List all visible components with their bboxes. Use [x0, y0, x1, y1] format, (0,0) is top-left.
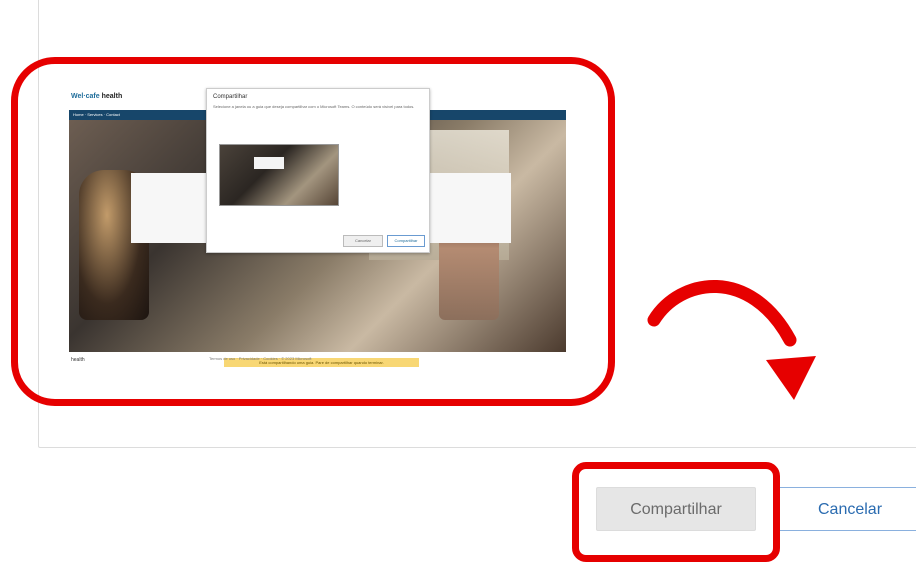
preview-highlight — [11, 57, 615, 406]
cancel-button[interactable]: Cancelar — [778, 487, 916, 531]
curved-arrow-icon — [647, 279, 816, 400]
share-button-highlight — [572, 462, 780, 562]
